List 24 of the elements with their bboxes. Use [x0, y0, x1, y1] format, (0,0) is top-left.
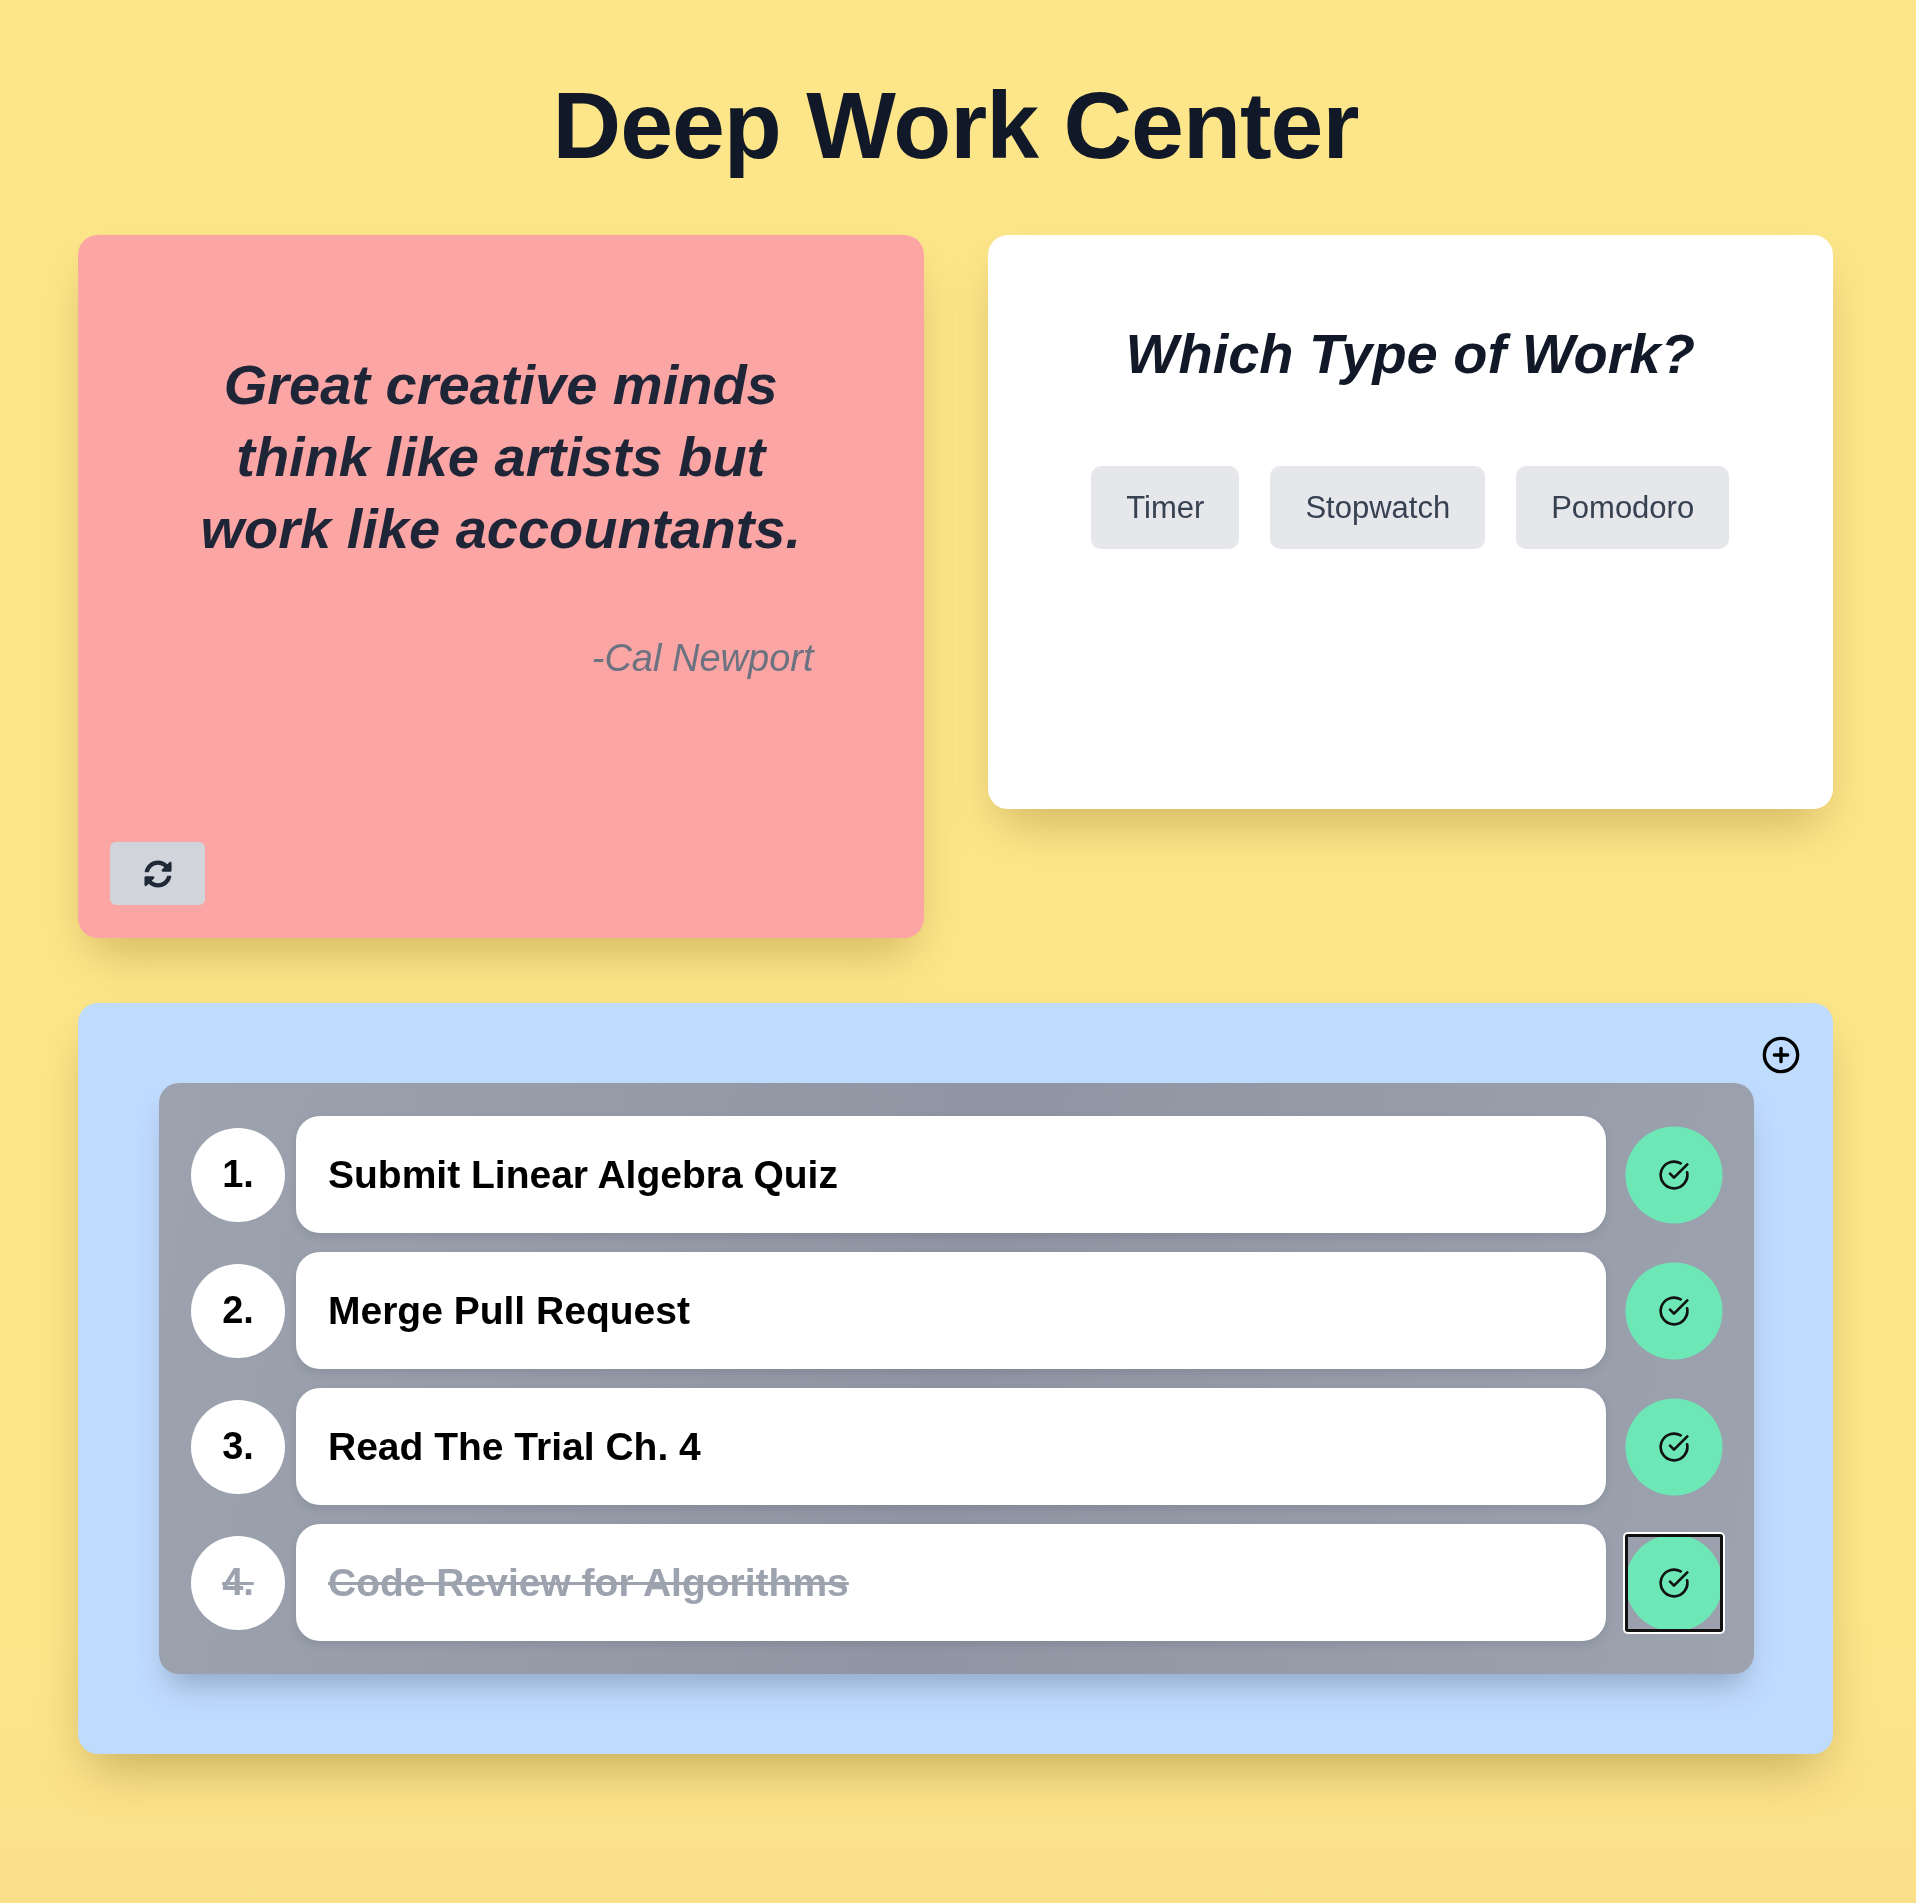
task-text: Read The Trial Ch. 4 — [296, 1388, 1606, 1505]
check-circle-icon — [1658, 1294, 1690, 1327]
page-title: Deep Work Center — [552, 71, 1359, 180]
work-type-button[interactable]: Stopwatch — [1270, 466, 1486, 549]
quote-author: -Cal Newport — [591, 636, 814, 681]
task-text: Submit Linear Algebra Quiz — [296, 1116, 1606, 1233]
task-number: 2. — [191, 1263, 285, 1358]
check-circle-icon — [1658, 1566, 1690, 1599]
task-text: Code Review for Algorithms — [296, 1524, 1606, 1641]
work-type-button[interactable]: Pomodoro — [1516, 466, 1730, 549]
check-circle-icon — [1658, 1158, 1690, 1191]
task-number: 4. — [191, 1535, 285, 1630]
quote-text: Great creative minds think like artists but work like accountants. — [199, 352, 803, 562]
work-type-button[interactable]: Timer — [1091, 466, 1240, 549]
complete-button[interactable] — [1625, 1533, 1723, 1632]
check-circle-icon — [1658, 1430, 1690, 1463]
refresh-icon — [143, 859, 172, 888]
add-button[interactable] — [1761, 1035, 1801, 1075]
task-number: 1. — [191, 1127, 285, 1222]
refresh-button[interactable] — [110, 842, 205, 905]
plus-circle-icon — [1761, 1035, 1801, 1075]
task-text: Merge Pull Request — [296, 1252, 1606, 1369]
work-type-title: Which Type of Work? — [1125, 321, 1695, 387]
task-number: 3. — [191, 1399, 285, 1494]
